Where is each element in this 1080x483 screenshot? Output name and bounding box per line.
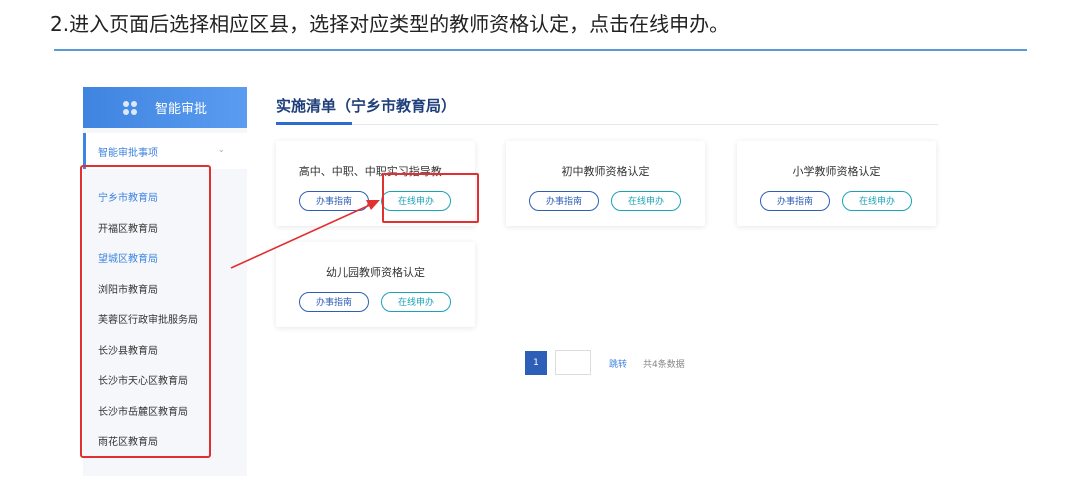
total-count-text: 共4条数据 [643, 360, 685, 370]
page-number-input[interactable] [555, 350, 591, 375]
jump-button[interactable]: 跳转 [609, 357, 627, 370]
pagination-current-page[interactable]: 1 [525, 351, 547, 375]
annotation-arrow-icon [230, 200, 380, 269]
